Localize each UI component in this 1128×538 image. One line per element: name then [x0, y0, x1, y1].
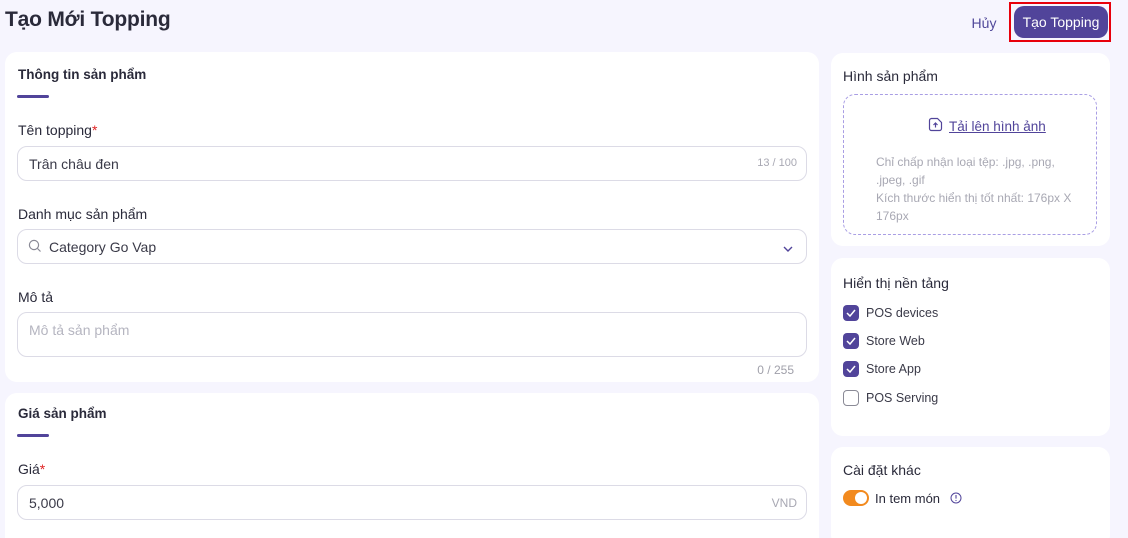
- currency-label: VND: [771, 496, 797, 510]
- page-title: Tạo Mới Topping: [5, 8, 171, 31]
- price-label: Giá*: [18, 461, 45, 477]
- cancel-button[interactable]: Hủy: [962, 8, 1006, 38]
- price-value: 5,000: [29, 495, 65, 511]
- platform-checkbox-store-app[interactable]: Store App: [843, 361, 921, 377]
- image-dropzone[interactable]: Tải lên hình ảnh Chỉ chấp nhận loại tệp:…: [843, 94, 1097, 235]
- checkbox-checked-icon[interactable]: [843, 305, 859, 321]
- create-topping-button[interactable]: Tạo Topping: [1014, 6, 1108, 38]
- category-value: Category Go Vap: [49, 239, 157, 255]
- name-label: Tên topping*: [18, 122, 97, 138]
- print-label-setting: In tem món: [843, 490, 962, 506]
- upload-label: Tải lên hình ảnh: [949, 118, 1046, 134]
- checkbox-checked-icon[interactable]: [843, 333, 859, 349]
- topping-name-value: Trân châu đen: [29, 156, 119, 172]
- price-card: Giá sản phẩm Giá* 5,000 VND: [5, 393, 819, 538]
- price-label-text: Giá: [18, 461, 40, 477]
- checkbox-label: POS devices: [866, 306, 939, 320]
- platform-display-card: Hiển thị nền tảng POS devices Store Web …: [831, 258, 1110, 436]
- toggle-knob: [855, 492, 867, 504]
- checkbox-label: POS Serving: [866, 391, 939, 405]
- search-icon: [28, 239, 42, 258]
- platform-section-title: Hiển thị nền tảng: [843, 275, 949, 291]
- platform-checkbox-store-web[interactable]: Store Web: [843, 333, 925, 349]
- section-title: Giá sản phẩm: [18, 406, 107, 421]
- topping-name-input[interactable]: Trân châu đen 13 / 100: [17, 146, 807, 181]
- platform-checkbox-pos-devices[interactable]: POS devices: [843, 305, 938, 321]
- upload-icon: [928, 117, 943, 135]
- section-underline: [17, 95, 49, 98]
- platform-checkbox-pos-serving[interactable]: POS Serving: [843, 390, 938, 406]
- name-char-counter: 13 / 100: [757, 157, 797, 169]
- section-underline: [17, 434, 49, 437]
- section-title: Thông tin sản phẩm: [18, 67, 147, 82]
- image-section-title: Hình sản phẩm: [843, 68, 938, 84]
- print-label-text: In tem món: [875, 490, 941, 506]
- hint-size: Kích thước hiển thị tốt nhất: 176px X 17…: [876, 191, 1072, 223]
- checkbox-label: Store App: [866, 362, 921, 376]
- category-label: Danh mục sản phẩm: [18, 206, 148, 222]
- upload-image-link[interactable]: Tải lên hình ảnh: [928, 117, 1046, 135]
- upload-hint: Chỉ chấp nhận loại tệp: .jpg, .png, .jpe…: [876, 153, 1076, 225]
- checkbox-unchecked-icon[interactable]: [843, 390, 859, 406]
- info-icon[interactable]: [950, 492, 962, 504]
- hint-file-types: Chỉ chấp nhận loại tệp: .jpg, .png, .jpe…: [876, 155, 1055, 187]
- chevron-down-icon: [782, 241, 794, 259]
- description-char-counter: 0 / 255: [757, 363, 794, 377]
- print-label-toggle[interactable]: [843, 490, 869, 506]
- other-settings-title: Cài đặt khác: [843, 462, 921, 478]
- required-mark: *: [39, 461, 46, 477]
- description-textarea[interactable]: Mô tả sản phẩm: [17, 312, 807, 357]
- checkbox-checked-icon[interactable]: [843, 361, 859, 377]
- price-input[interactable]: 5,000 VND: [17, 485, 807, 520]
- category-select[interactable]: Category Go Vap: [17, 229, 807, 264]
- name-label-text: Tên topping: [18, 122, 92, 138]
- required-mark: *: [91, 122, 98, 138]
- product-image-card: Hình sản phẩm Tải lên hình ảnh Chỉ chấp …: [831, 53, 1110, 246]
- other-settings-card: Cài đặt khác In tem món: [831, 447, 1110, 538]
- checkbox-label: Store Web: [866, 334, 925, 348]
- description-label: Mô tả: [18, 289, 54, 305]
- product-info-card: Thông tin sản phẩm Tên topping* Trân châ…: [5, 52, 819, 382]
- description-placeholder: Mô tả sản phẩm: [29, 322, 130, 338]
